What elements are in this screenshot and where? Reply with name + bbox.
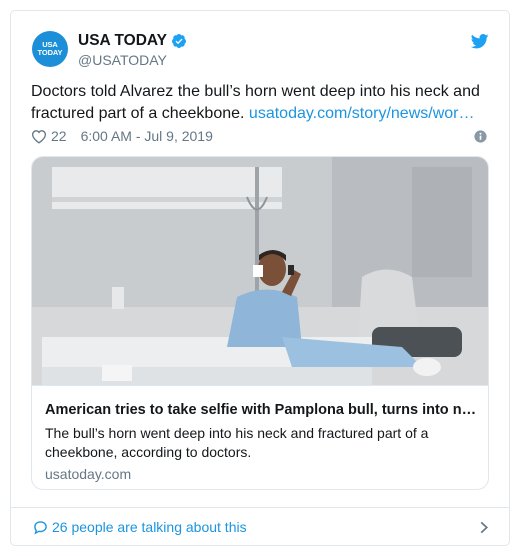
link-card[interactable]: American tries to take selfie with Pampl… <box>31 156 489 490</box>
card-image[interactable] <box>32 157 488 385</box>
verified-badge-icon <box>172 34 187 48</box>
embedded-tweet: USA TODAY USA TODAY @USATODAY Doctors to… <box>10 10 510 546</box>
author-name-row[interactable]: USA TODAY <box>78 32 187 50</box>
card-description: The bull’s horn went deep into his neck … <box>45 425 429 460</box>
avatar[interactable]: USA TODAY <box>32 31 68 67</box>
card-title[interactable]: American tries to take selfie with Pampl… <box>45 402 477 418</box>
heart-icon[interactable] <box>31 129 47 144</box>
tweet-text: Doctors told Alvarez the bull’s horn wen… <box>31 81 493 125</box>
card-body[interactable]: American tries to take selfie with Pampl… <box>32 385 488 489</box>
author-handle[interactable]: @USATODAY <box>78 52 167 68</box>
author-display-name[interactable]: USA TODAY <box>78 32 167 50</box>
info-icon[interactable] <box>474 130 487 143</box>
people-talking-link[interactable]: 26 people are talking about this <box>52 519 247 535</box>
avatar-logo-text-2: TODAY <box>37 48 63 57</box>
tweet-meta: 22 6:00 AM - Jul 9, 2019 <box>31 128 213 144</box>
tweet-link[interactable]: usatoday.com/story/news/wor… <box>249 105 475 122</box>
conversation-footer[interactable]: 26 people are talking about this <box>11 507 509 546</box>
chevron-right-icon[interactable] <box>479 521 489 534</box>
twitter-bird-icon[interactable] <box>471 34 489 49</box>
card-domain: usatoday.com <box>45 466 132 482</box>
tweet-timestamp[interactable]: 6:00 AM - Jul 9, 2019 <box>81 128 213 144</box>
speech-bubble-icon <box>34 521 47 535</box>
like-count[interactable]: 22 <box>51 128 67 144</box>
